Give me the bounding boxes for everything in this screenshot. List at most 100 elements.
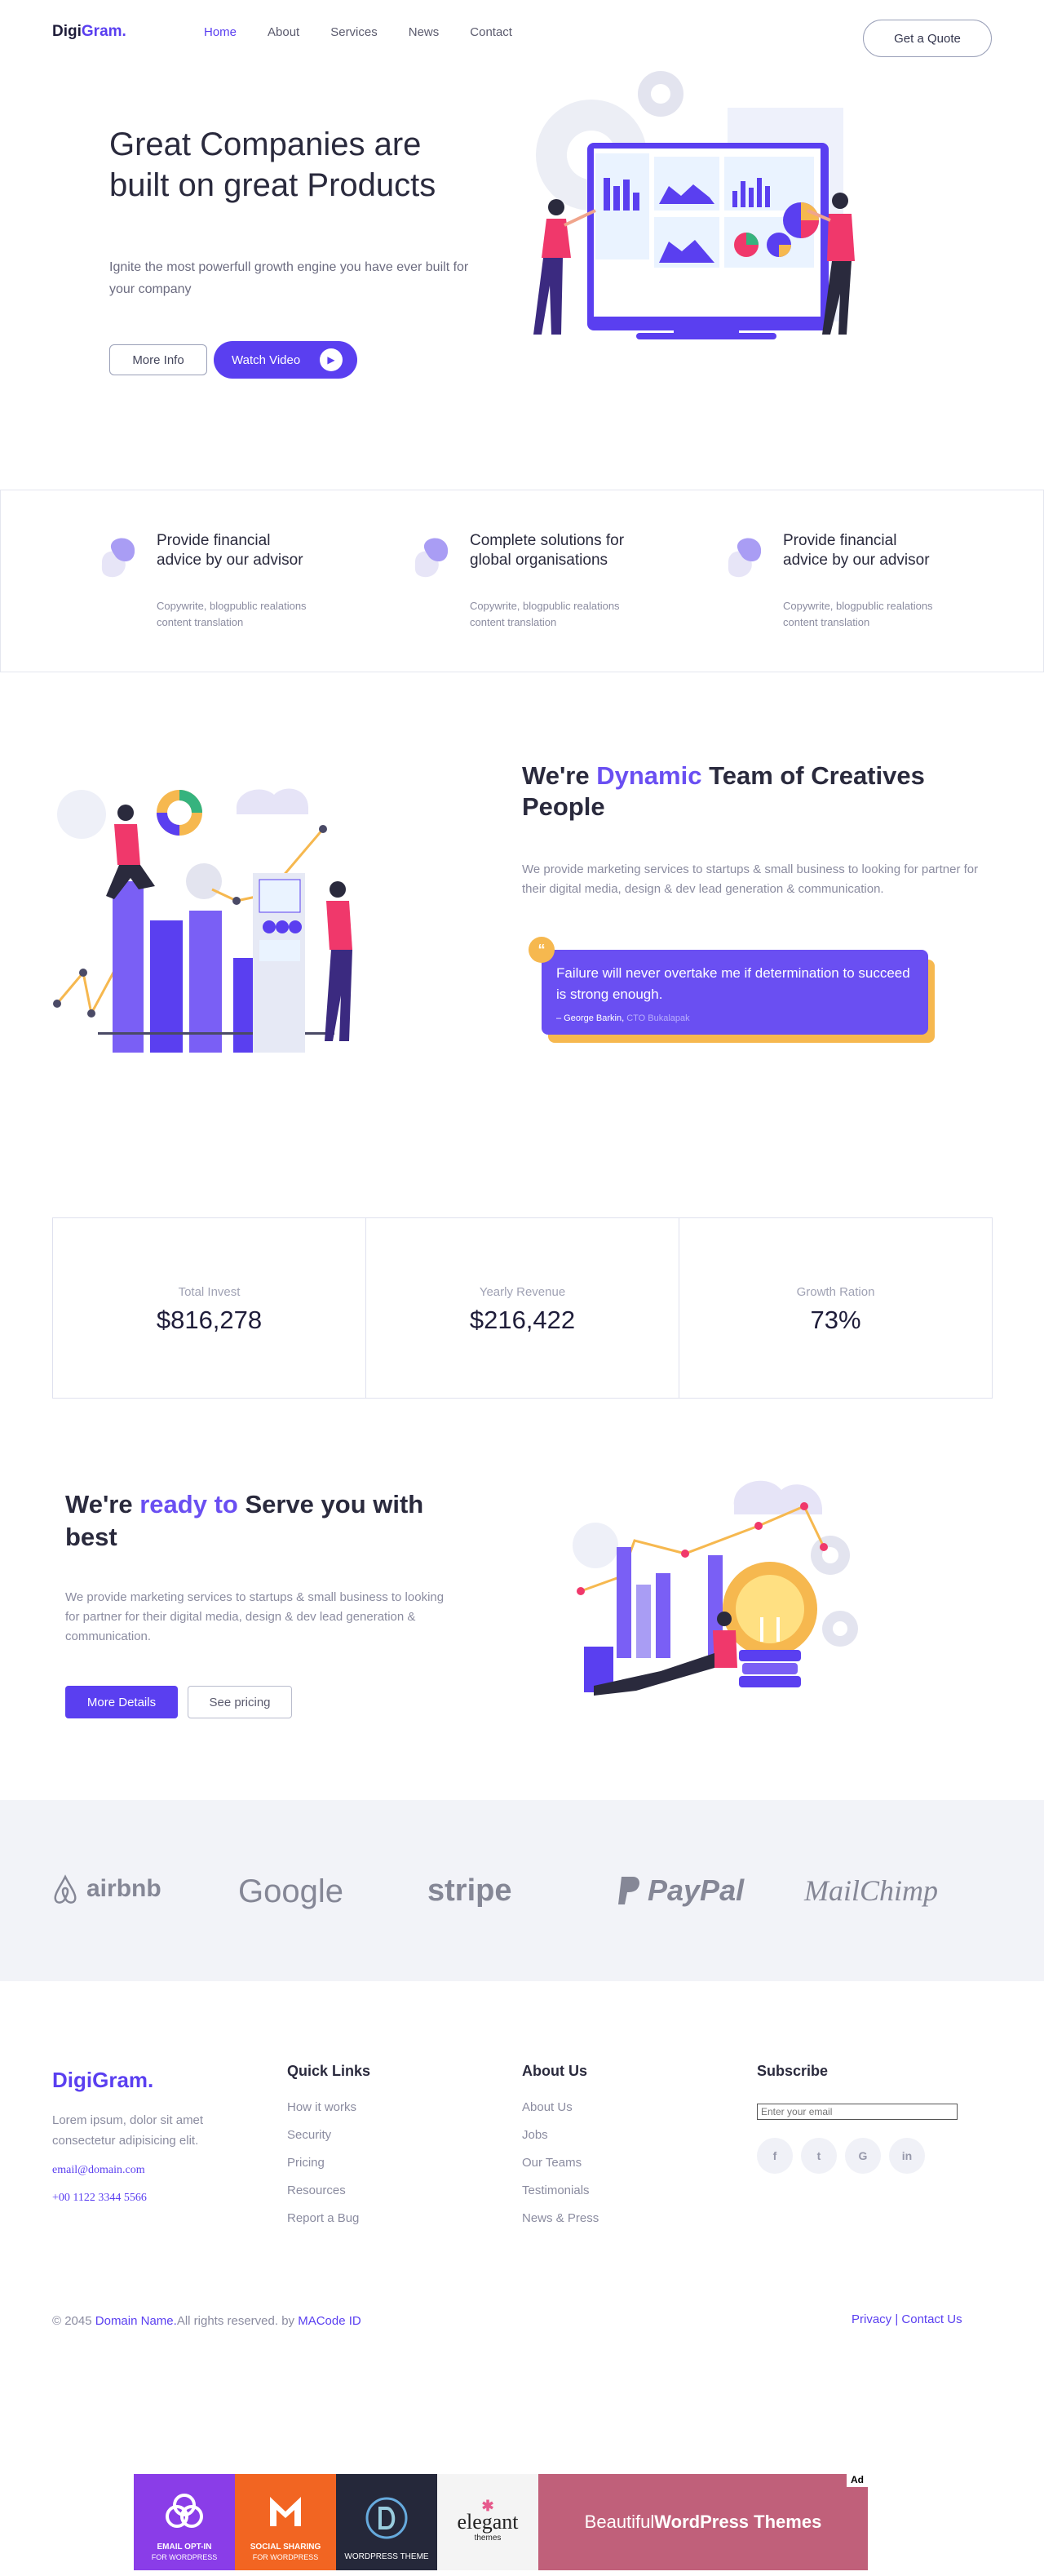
nav-home[interactable]: Home bbox=[204, 25, 237, 39]
see-pricing-button[interactable]: See pricing bbox=[188, 1686, 292, 1718]
nav-services[interactable]: Services bbox=[330, 25, 378, 39]
serve-illustration bbox=[573, 1480, 858, 1696]
team-title: We're Dynamic Team of Creatives People bbox=[522, 760, 1011, 822]
nav-contact[interactable]: Contact bbox=[470, 25, 512, 39]
ad-tile-label: SOCIAL SHARING bbox=[250, 2543, 321, 2552]
ad-tile-elegant-themes[interactable]: ✱ elegant themes bbox=[437, 2474, 538, 2570]
m-logo-icon bbox=[270, 2497, 301, 2526]
brand-label: PayPal bbox=[648, 1873, 745, 1907]
footer-link[interactable]: Testimonials bbox=[522, 2183, 599, 2198]
paypal-icon bbox=[618, 1877, 639, 1904]
stats-row: Total Invest $816,278 Yearly Revenue $21… bbox=[52, 1217, 993, 1399]
twitter-icon[interactable]: t bbox=[801, 2138, 837, 2174]
footer-link[interactable]: How it works bbox=[287, 2099, 370, 2115]
copyright-author-link[interactable]: MACode ID bbox=[298, 2314, 361, 2328]
footer-link[interactable]: About Us bbox=[522, 2099, 599, 2115]
blob-icon bbox=[728, 538, 762, 578]
quote-author-name: – George Barkin, bbox=[556, 1013, 625, 1023]
more-details-button[interactable]: More Details bbox=[65, 1686, 178, 1718]
quick-links-title: Quick Links bbox=[287, 2063, 371, 2079]
nav-about[interactable]: About bbox=[268, 25, 299, 39]
footer-link[interactable]: Report a Bug bbox=[287, 2210, 370, 2226]
stat-card: Growth Ration 73% bbox=[679, 1217, 993, 1399]
brand-paypal: PayPal bbox=[615, 1873, 744, 1908]
brand-stripe: stripe bbox=[427, 1873, 511, 1909]
brand-label: airbnb bbox=[86, 1875, 161, 1902]
knot-icon bbox=[166, 2494, 203, 2528]
brands-strip: airbnb Google stripe PayPal MailChimp bbox=[0, 1800, 1044, 1981]
feature-text: Copywrite, blogpublic realations content… bbox=[783, 600, 933, 628]
footer-link[interactable]: Security bbox=[287, 2127, 370, 2143]
airbnb-icon bbox=[54, 1874, 77, 1904]
ad-tile-email-optin[interactable]: EMAIL OPT-IN FOR WORDPRESS bbox=[134, 2474, 235, 2570]
brand-label: stripe bbox=[427, 1873, 512, 1908]
copyright-mid: All rights reserved. by bbox=[176, 2314, 299, 2328]
footer-link[interactable]: Our Teams bbox=[522, 2155, 599, 2170]
google-icon[interactable]: G bbox=[845, 2138, 881, 2174]
copyright-domain-link[interactable]: Domain Name. bbox=[95, 2314, 177, 2328]
stat-label: Yearly Revenue bbox=[479, 1285, 566, 1299]
team-text: We provide marketing services to startup… bbox=[522, 862, 979, 896]
blob-icon bbox=[414, 538, 449, 578]
subscribe-email-input[interactable] bbox=[757, 2104, 958, 2120]
brand-label: MailChimp bbox=[804, 1874, 939, 1907]
ad-tile-wordpress-theme[interactable]: WORDPRESS THEME bbox=[336, 2474, 437, 2570]
features-strip: Provide financial advice by our advisor … bbox=[0, 490, 1044, 672]
footer-link[interactable]: Jobs bbox=[522, 2127, 599, 2143]
hero-illustration bbox=[533, 71, 855, 339]
footer-logo[interactable]: DigiGram. bbox=[52, 2068, 153, 2093]
logo[interactable]: DigiGram. bbox=[52, 23, 126, 41]
main-nav: Home About Services News Contact bbox=[204, 25, 512, 39]
quote-icon: “ bbox=[529, 937, 555, 963]
stat-value: $816,278 bbox=[156, 1306, 263, 1334]
footer-phone-link[interactable]: +00 1122 3344 5566 bbox=[52, 2192, 147, 2205]
ad-headline-bold: WordPress Themes bbox=[654, 2512, 822, 2532]
footer-link[interactable]: News & Press bbox=[522, 2210, 599, 2226]
feature-title: Complete solutions for global organisati… bbox=[470, 532, 625, 569]
subscribe-column: Subscribe bbox=[757, 2063, 828, 2099]
brand-mailchimp: MailChimp bbox=[804, 1873, 938, 1908]
stat-label: Total Invest bbox=[178, 1285, 241, 1299]
divi-icon bbox=[365, 2497, 408, 2539]
watch-video-button[interactable]: Watch Video ▶ bbox=[214, 341, 357, 379]
quote-author-role: CTO Bukalapak bbox=[626, 1013, 690, 1023]
hero-subtitle: Ignite the most powerfull growth engine … bbox=[109, 260, 469, 296]
more-info-button[interactable]: More Info bbox=[109, 344, 207, 375]
subscribe-title: Subscribe bbox=[757, 2063, 829, 2079]
brand-label: Google bbox=[238, 1873, 343, 1909]
footer-link[interactable]: Pricing bbox=[287, 2155, 370, 2170]
logo-main: Digi bbox=[52, 23, 82, 40]
get-quote-button[interactable]: Get a Quote bbox=[863, 20, 992, 57]
serve-title: We're ready to Serve you with best bbox=[65, 1488, 449, 1554]
footer-logo-accent: Gram. bbox=[92, 2068, 154, 2092]
feature-title: Provide financial advice by our advisor bbox=[783, 532, 930, 569]
ad-tile-sub: FOR WORDPRESS bbox=[151, 2553, 218, 2561]
ad-tile-social-sharing[interactable]: SOCIAL SHARING FOR WORDPRESS bbox=[235, 2474, 336, 2570]
legal-links[interactable]: Privacy | Contact Us bbox=[852, 2312, 962, 2326]
footer-link[interactable]: Resources bbox=[287, 2183, 370, 2198]
ad-tile-label: elegant bbox=[457, 2510, 519, 2534]
ad-tag: Ad bbox=[847, 2472, 868, 2487]
logo-accent: Gram. bbox=[81, 23, 126, 40]
nav-news[interactable]: News bbox=[409, 25, 440, 39]
linkedin-icon[interactable]: in bbox=[889, 2138, 925, 2174]
play-icon: ▶ bbox=[320, 348, 343, 371]
stat-label: Growth Ration bbox=[796, 1285, 875, 1299]
footer-logo-main: Digi bbox=[52, 2068, 93, 2092]
ad-tile-label: EMAIL OPT-IN bbox=[157, 2543, 212, 2552]
quote-card: Failure will never overtake me if determ… bbox=[542, 950, 928, 1035]
ad-headline[interactable]: Beautiful WordPress Themes bbox=[538, 2474, 868, 2570]
quote-text: Failure will never overtake me if determ… bbox=[556, 965, 910, 1002]
ad-tile-sub: FOR WORDPRESS bbox=[252, 2553, 319, 2561]
ad-tile-label: WORDPRESS THEME bbox=[344, 2552, 429, 2561]
brand-google: Google bbox=[238, 1873, 343, 1910]
team-illustration bbox=[53, 788, 352, 1053]
facebook-icon[interactable]: f bbox=[757, 2138, 793, 2174]
serve-title-highlight: ready to bbox=[139, 1490, 238, 1519]
stat-value: 73% bbox=[810, 1306, 861, 1334]
ad-banner[interactable]: EMAIL OPT-IN FOR WORDPRESS SOCIAL SHARIN… bbox=[134, 2474, 868, 2570]
serve-text: We provide marketing services to startup… bbox=[65, 1590, 445, 1643]
footer-email-link[interactable]: email@domain.com bbox=[52, 2164, 145, 2177]
quote-author: – George Barkin, CTO Bukalapak bbox=[556, 1013, 914, 1023]
feature-text: Copywrite, blogpublic realations content… bbox=[470, 600, 620, 628]
